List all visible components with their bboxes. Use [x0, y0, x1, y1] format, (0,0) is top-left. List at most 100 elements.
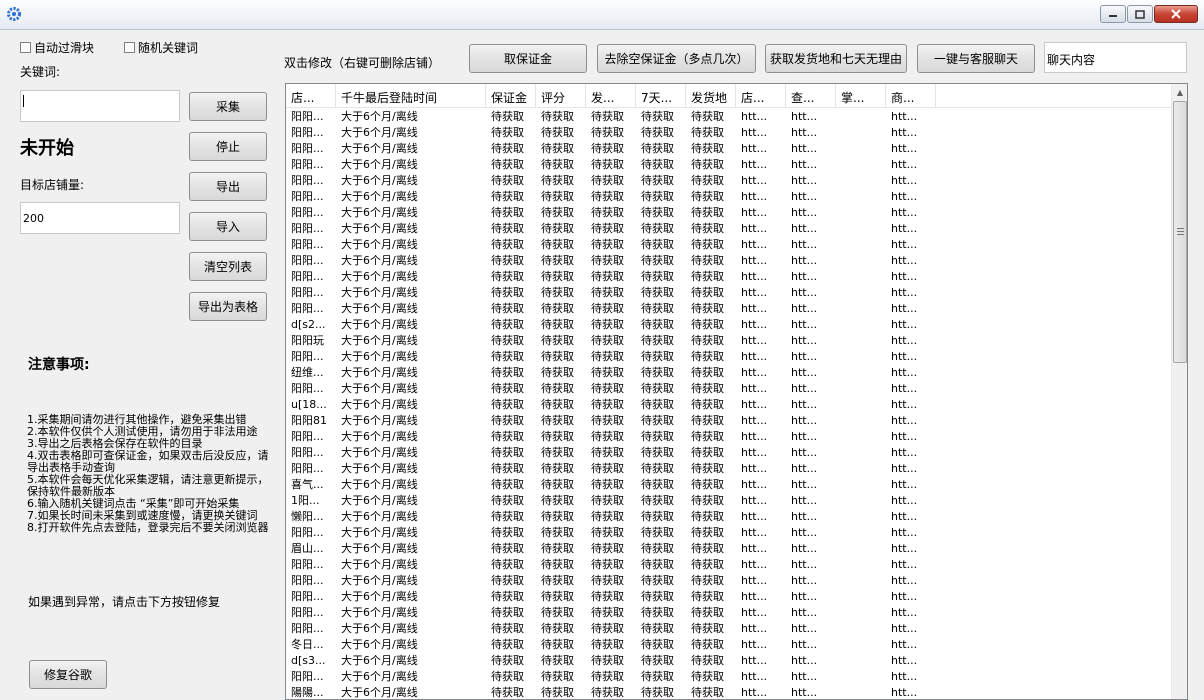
cell-shop: 阳阳...: [291, 254, 324, 267]
table-row[interactable]: 阳阳... 大于6个月/离线 待获取 待获取 待获取 待获取 待获取 htt... htt...…: [286, 429, 1173, 445]
cell-origin: 待获取: [691, 222, 724, 235]
cell-item: htt...: [891, 478, 918, 491]
table-row[interactable]: 纽维... 大于6个月/离线 待获取 待获取 待获取 待获取 待获取 htt... htt...…: [286, 365, 1173, 381]
cell-last-login: 大于6个月/离线: [341, 558, 418, 571]
scroll-thumb[interactable]: [1173, 101, 1187, 363]
cell-rating: 待获取: [541, 590, 574, 603]
cell-deposit: 待获取: [491, 430, 524, 443]
notes-title: 注意事项:: [28, 357, 90, 373]
column-header-check[interactable]: 查...: [786, 84, 836, 108]
fix-chrome-button[interactable]: 修复谷歌: [29, 660, 107, 689]
cell-rating: 待获取: [541, 158, 574, 171]
scroll-up-icon[interactable]: ▲: [1172, 84, 1187, 101]
table-row[interactable]: 阳阳... 大于6个月/离线 待获取 待获取 待获取 待获取 待获取 htt... htt...…: [286, 301, 1173, 317]
remove-empty-deposit-button[interactable]: 去除空保证金（多点几次）: [597, 44, 756, 73]
column-header-rating[interactable]: 评分: [536, 84, 586, 108]
table-row[interactable]: 阳阳... 大于6个月/离线 待获取 待获取 待获取 待获取 待获取 htt... htt...…: [286, 669, 1173, 685]
auto-slider-checkbox[interactable]: 自动过滑块: [20, 39, 94, 56]
cell-check: htt...: [791, 158, 818, 171]
table-row[interactable]: 阳阳... 大于6个月/离线 待获取 待获取 待获取 待获取 待获取 htt... htt...…: [286, 573, 1173, 589]
cell-deposit: 待获取: [491, 446, 524, 459]
table-row[interactable]: 阳阳... 大于6个月/离线 待获取 待获取 待获取 待获取 待获取 htt... htt...…: [286, 381, 1173, 397]
column-header-ship[interactable]: 发...: [586, 84, 636, 108]
table-row[interactable]: 懒阳... 大于6个月/离线 待获取 待获取 待获取 待获取 待获取 htt... htt...…: [286, 509, 1173, 525]
cell-ship: 待获取: [591, 654, 624, 667]
table-row[interactable]: 阳阳玩 大于6个月/离线 待获取 待获取 待获取 待获取 待获取 htt... htt... ht…: [286, 333, 1173, 349]
get-origin-button[interactable]: 获取发货地和七天无理由: [765, 44, 907, 73]
cell-last-login: 大于6个月/离线: [341, 158, 418, 171]
cell-item: htt...: [891, 590, 918, 603]
table-row[interactable]: 阳阳... 大于6个月/离线 待获取 待获取 待获取 待获取 待获取 htt... htt...…: [286, 173, 1173, 189]
table-row[interactable]: 阳阳... 大于6个月/离线 待获取 待获取 待获取 待获取 待获取 htt... htt...…: [286, 445, 1173, 461]
cell-origin: 待获取: [691, 494, 724, 507]
collect-button[interactable]: 采集: [189, 92, 267, 121]
table-row[interactable]: 阳阳... 大于6个月/离线 待获取 待获取 待获取 待获取 待获取 htt... htt...…: [286, 557, 1173, 573]
table-row[interactable]: 阳阳... 大于6个月/离线 待获取 待获取 待获取 待获取 待获取 htt... htt...…: [286, 589, 1173, 605]
table-row[interactable]: 阳阳... 大于6个月/离线 待获取 待获取 待获取 待获取 待获取 htt... htt...…: [286, 141, 1173, 157]
table-row[interactable]: 陽陽... 大于6个月/离线 待获取 待获取 待获取 待获取 待获取 htt... htt...…: [286, 685, 1173, 699]
keyword-label: 关键词:: [20, 65, 61, 79]
export-button[interactable]: 导出: [189, 172, 267, 201]
maximize-button[interactable]: [1127, 5, 1153, 23]
close-button[interactable]: [1154, 5, 1198, 23]
cell-ship: 待获取: [591, 142, 624, 155]
random-keyword-checkbox[interactable]: 随机关键词: [124, 39, 198, 56]
column-header-deposit[interactable]: 保证金: [486, 84, 536, 108]
table-row[interactable]: 阳阳... 大于6个月/离线 待获取 待获取 待获取 待获取 待获取 htt... htt...…: [286, 349, 1173, 365]
column-header-origin[interactable]: 发货地: [686, 84, 736, 108]
cell-rating: 待获取: [541, 670, 574, 683]
table-row[interactable]: 阳阳... 大于6个月/离线 待获取 待获取 待获取 待获取 待获取 htt... htt...…: [286, 285, 1173, 301]
column-header-7day[interactable]: 7天...: [636, 84, 686, 108]
minimize-button[interactable]: [1100, 5, 1126, 23]
table-row[interactable]: 阳阳81 大于6个月/离线 待获取 待获取 待获取 待获取 待获取 htt... htt... h…: [286, 413, 1173, 429]
table-row[interactable]: 阳阳... 大于6个月/离线 待获取 待获取 待获取 待获取 待获取 htt... htt...…: [286, 461, 1173, 477]
table-row[interactable]: d[s3... 大于6个月/离线 待获取 待获取 待获取 待获取 待获取 htt... htt.…: [286, 653, 1173, 669]
table-row[interactable]: 阳阳... 大于6个月/离线 待获取 待获取 待获取 待获取 待获取 htt... htt...…: [286, 253, 1173, 269]
cell-check: htt...: [791, 574, 818, 587]
table-row[interactable]: u[18... 大于6个月/离线 待获取 待获取 待获取 待获取 待获取 htt... htt.…: [286, 397, 1173, 413]
table-row[interactable]: 阳阳... 大于6个月/离线 待获取 待获取 待获取 待获取 待获取 htt... htt...…: [286, 269, 1173, 285]
table-row[interactable]: d[s2... 大于6个月/离线 待获取 待获取 待获取 待获取 待获取 htt... htt.…: [286, 317, 1173, 333]
cell-ship: 待获取: [591, 158, 624, 171]
stop-button[interactable]: 停止: [189, 132, 267, 161]
cell-check: htt...: [791, 142, 818, 155]
table-row[interactable]: 阳阳... 大于6个月/离线 待获取 待获取 待获取 待获取 待获取 htt... htt...…: [286, 605, 1173, 621]
close-icon: [1171, 9, 1181, 19]
column-header-qianniu[interactable]: 掌...: [836, 84, 886, 108]
cell-check: htt...: [791, 558, 818, 571]
target-input[interactable]: 200: [20, 202, 180, 234]
cell-deposit: 待获取: [491, 206, 524, 219]
clear-list-button[interactable]: 清空列表: [189, 252, 267, 281]
export-sheet-button[interactable]: 导出为表格: [189, 292, 267, 321]
table-row[interactable]: 阳阳... 大于6个月/离线 待获取 待获取 待获取 待获取 待获取 htt... htt...…: [286, 125, 1173, 141]
table-row[interactable]: 阳阳... 大于6个月/离线 待获取 待获取 待获取 待获取 待获取 htt... htt...…: [286, 237, 1173, 253]
table-row[interactable]: 阳阳... 大于6个月/离线 待获取 待获取 待获取 待获取 待获取 htt... htt...…: [286, 109, 1173, 125]
table-row[interactable]: 阳阳... 大于6个月/离线 待获取 待获取 待获取 待获取 待获取 htt... htt...…: [286, 205, 1173, 221]
table-row[interactable]: 阳阳... 大于6个月/离线 待获取 待获取 待获取 待获取 待获取 htt... htt...…: [286, 525, 1173, 541]
keyword-input[interactable]: [20, 90, 180, 122]
chat-content-input[interactable]: 聊天内容: [1044, 42, 1187, 73]
chat-button[interactable]: 一键与客服聊天: [917, 44, 1035, 73]
import-button[interactable]: 导入: [189, 212, 267, 241]
table-row[interactable]: 阳阳... 大于6个月/离线 待获取 待获取 待获取 待获取 待获取 htt... htt...…: [286, 621, 1173, 637]
column-header-last-login[interactable]: 千牛最后登陆时间: [336, 84, 486, 108]
table-row[interactable]: 阳阳... 大于6个月/离线 待获取 待获取 待获取 待获取 待获取 htt... htt...…: [286, 157, 1173, 173]
vertical-scrollbar[interactable]: ▲: [1171, 84, 1187, 699]
cell-shop: 阳阳...: [291, 462, 324, 475]
table-row[interactable]: 眉山... 大于6个月/离线 待获取 待获取 待获取 待获取 待获取 htt... htt...…: [286, 541, 1173, 557]
table-row[interactable]: 1阳... 大于6个月/离线 待获取 待获取 待获取 待获取 待获取 htt... htt...…: [286, 493, 1173, 509]
column-header-shop-url[interactable]: 店...: [736, 84, 786, 108]
cell-7day: 待获取: [641, 558, 674, 571]
cell-ship: 待获取: [591, 254, 624, 267]
table-row[interactable]: 阳阳... 大于6个月/离线 待获取 待获取 待获取 待获取 待获取 htt... htt...…: [286, 221, 1173, 237]
table-row[interactable]: 冬日... 大于6个月/离线 待获取 待获取 待获取 待获取 待获取 htt... htt...…: [286, 637, 1173, 653]
table-row[interactable]: 阳阳... 大于6个月/离线 待获取 待获取 待获取 待获取 待获取 htt... htt...…: [286, 189, 1173, 205]
table-row[interactable]: 喜气... 大于6个月/离线 待获取 待获取 待获取 待获取 待获取 htt... htt...…: [286, 477, 1173, 493]
column-header-item[interactable]: 商...: [886, 84, 936, 108]
column-header-shop[interactable]: 店...: [286, 84, 336, 108]
cell-ship: 待获取: [591, 414, 624, 427]
get-deposit-button[interactable]: 取保证金: [469, 44, 587, 73]
cell-origin: 待获取: [691, 350, 724, 363]
cell-check: htt...: [791, 446, 818, 459]
shop-table[interactable]: 店... 千牛最后登陆时间 保证金 评分 发... 7天... 发货地 店... 查... 掌..…: [285, 83, 1188, 700]
